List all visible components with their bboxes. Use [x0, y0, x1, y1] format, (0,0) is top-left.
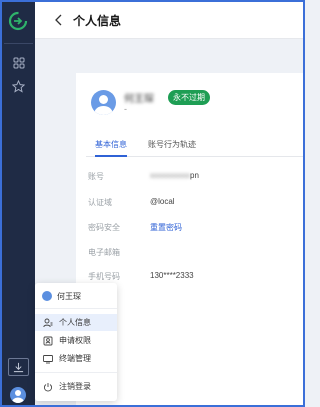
menu-user-header: 何王琛: [42, 289, 81, 303]
user-dropdown-menu: 何王琛 个人信息 申请权限 终端管理 注销登录: [35, 283, 117, 401]
field-value-domain: @local: [150, 197, 175, 206]
reset-password-link[interactable]: 重置密码: [150, 222, 182, 233]
menu-item-profile[interactable]: 个人信息: [35, 314, 117, 331]
download-icon[interactable]: [8, 358, 29, 376]
tab-account-activity[interactable]: 账号行为轨迹: [148, 139, 196, 157]
field-value-account: xxxxxxxxxxpn: [150, 171, 199, 180]
menu-item-terminal[interactable]: 终端管理: [35, 350, 117, 367]
field-label-password: 密码安全: [88, 223, 120, 232]
field-label-account: 账号: [88, 172, 104, 181]
menu-divider: [35, 372, 117, 373]
menu-user-avatar: [42, 291, 52, 301]
field-label-domain: 认证域: [88, 198, 112, 207]
tab-basic-info[interactable]: 基本信息: [95, 139, 127, 157]
user-profile-icon: [43, 318, 53, 328]
app-logo-icon[interactable]: [8, 11, 28, 31]
profile-tabs: 基本信息 账号行为轨迹: [86, 139, 303, 157]
menu-item-label: 注销登录: [59, 382, 91, 391]
profile-name: 何王琛: [124, 94, 154, 105]
field-value-phone: 130****2333: [150, 271, 194, 280]
field-label-email: 电子邮箱: [88, 248, 120, 257]
menu-item-permission[interactable]: 申请权限: [35, 332, 117, 349]
account-suffix: pn: [190, 171, 199, 180]
menu-divider: [35, 308, 117, 309]
menu-item-label: 申请权限: [59, 336, 91, 345]
star-icon[interactable]: [11, 79, 26, 94]
sidebar-avatar[interactable]: [10, 387, 26, 403]
sidebar: [2, 2, 35, 405]
page-header: 个人信息: [35, 2, 303, 39]
permission-apply-icon: [43, 336, 53, 346]
field-label-phone: 手机号码: [88, 272, 120, 281]
menu-item-logout[interactable]: 注销登录: [35, 378, 117, 395]
profile-avatar: [91, 90, 116, 115]
status-badge: 永不过期: [168, 90, 210, 105]
menu-item-label: 终端管理: [59, 354, 91, 363]
menu-item-label: 个人信息: [59, 318, 91, 327]
apps-grid-icon[interactable]: [11, 55, 26, 70]
page-title: 个人信息: [73, 14, 122, 28]
power-icon: [43, 382, 53, 392]
menu-user-name: 何王琛: [57, 291, 81, 301]
terminal-icon: [43, 354, 53, 364]
account-masked: xxxxxxxxxx: [150, 171, 190, 180]
profile-subtitle: -: [124, 104, 127, 114]
back-chevron-icon[interactable]: [53, 13, 65, 27]
sidebar-divider: [4, 43, 33, 44]
